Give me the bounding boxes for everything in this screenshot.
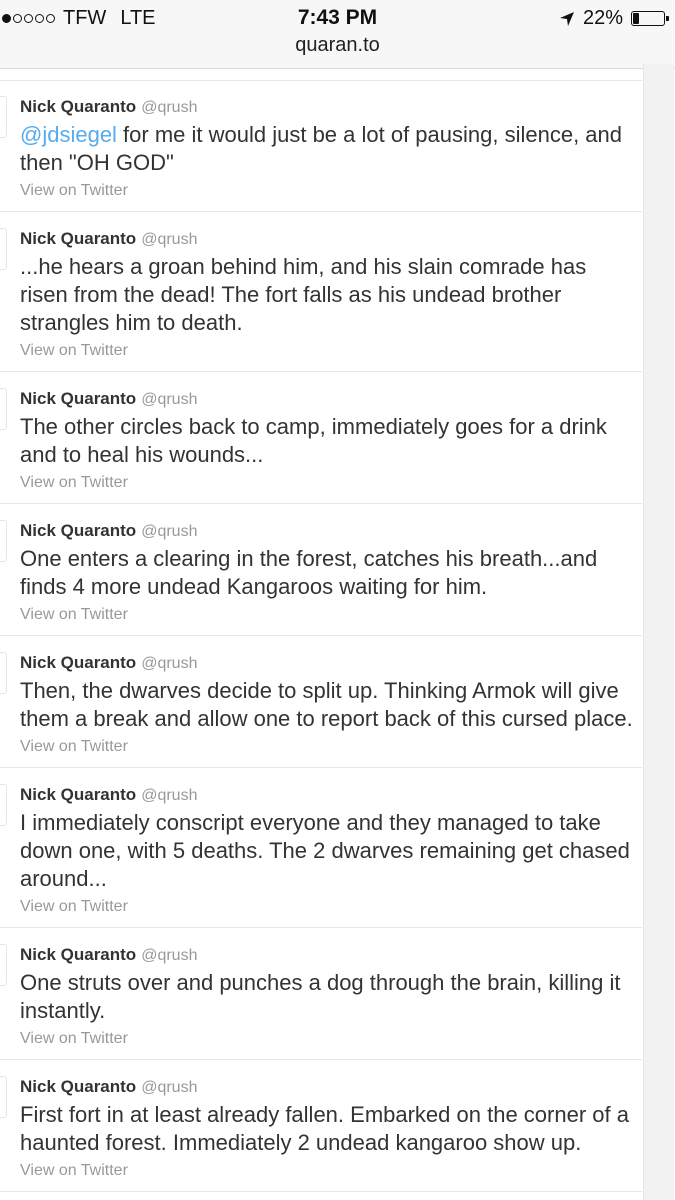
tweet-text: @jdsiegel for me it would just be a lot …	[20, 121, 640, 177]
tweet-header: Nick Quaranto @qrush	[20, 520, 642, 543]
tweet-header: Nick Quaranto @qrush	[20, 96, 642, 119]
avatar[interactable]	[0, 388, 7, 430]
author-name[interactable]: Nick Quaranto	[20, 229, 136, 248]
view-on-twitter-link[interactable]: View on Twitter	[20, 896, 642, 918]
tweet-feed: Nick Quaranto @qrush @jdsiegel for me it w…	[0, 80, 642, 1192]
tweet-header: Nick Quaranto @qrush	[20, 1076, 642, 1099]
tweet-text: Then, the dwarves decide to split up. Th…	[20, 677, 640, 733]
tweet-text: First fort in at least already fallen. E…	[20, 1101, 640, 1157]
avatar[interactable]	[0, 1076, 7, 1118]
author-name[interactable]: Nick Quaranto	[20, 389, 136, 408]
battery-percent: 22%	[582, 7, 623, 29]
author-handle[interactable]: @qrush	[141, 231, 197, 248]
tweet-item: Nick Quaranto @qrush ...he hears a groan b…	[0, 212, 642, 372]
author-name[interactable]: Nick Quaranto	[20, 785, 136, 804]
author-handle[interactable]: @qrush	[141, 1079, 197, 1096]
author-handle[interactable]: @qrush	[141, 947, 197, 964]
tweet-header: Nick Quaranto @qrush	[20, 652, 642, 675]
view-on-twitter-link[interactable]: View on Twitter	[20, 1160, 642, 1182]
tweet-body: I immediately conscript everyone and the…	[20, 810, 630, 891]
tweet-text: The other circles back to camp, immediat…	[20, 413, 640, 469]
author-name[interactable]: Nick Quaranto	[20, 1077, 136, 1096]
battery-cap	[666, 16, 669, 21]
avatar[interactable]	[0, 228, 7, 270]
author-name[interactable]: Nick Quaranto	[20, 97, 136, 116]
tweet-item: Nick Quaranto @qrush I immediately conscri…	[0, 768, 642, 928]
view-on-twitter-link[interactable]: View on Twitter	[20, 180, 642, 202]
tweet-item: Nick Quaranto @qrush @jdsiegel for me it w…	[0, 80, 642, 212]
avatar[interactable]	[0, 944, 7, 986]
location-arrow-icon	[559, 11, 574, 26]
author-handle[interactable]: @qrush	[141, 523, 197, 540]
avatar[interactable]	[0, 96, 7, 138]
page-scrollbar[interactable]	[643, 64, 674, 1200]
mention-link[interactable]: @jdsiegel	[20, 122, 117, 147]
view-on-twitter-link[interactable]: View on Twitter	[20, 1028, 642, 1050]
view-on-twitter-link[interactable]: View on Twitter	[20, 340, 642, 362]
avatar[interactable]	[0, 520, 7, 562]
tweet-item: Nick Quaranto @qrush Then, the dwarves dec…	[0, 636, 642, 768]
battery-icon	[631, 11, 669, 26]
author-handle[interactable]: @qrush	[141, 655, 197, 672]
author-handle[interactable]: @qrush	[141, 787, 197, 804]
tweet-header: Nick Quaranto @qrush	[20, 944, 642, 967]
author-name[interactable]: Nick Quaranto	[20, 945, 136, 964]
tweet-body: Then, the dwarves decide to split up. Th…	[20, 678, 633, 731]
tweet-header: Nick Quaranto @qrush	[20, 784, 642, 807]
tweet-item: Nick Quaranto @qrush The other circles bac…	[0, 372, 642, 504]
tweet-body: One struts over and punches a dog throug…	[20, 970, 621, 1023]
tweet-body: First fort in at least already fallen. E…	[20, 1102, 629, 1155]
tweet-item: Nick Quaranto @qrush One enters a clearing…	[0, 504, 642, 636]
status-bar: TFW LTE 7:43 PM quaran.to 22%	[0, 0, 675, 69]
tweet-header: Nick Quaranto @qrush	[20, 388, 642, 411]
tweet-text: I immediately conscript everyone and the…	[20, 809, 640, 893]
author-handle[interactable]: @qrush	[141, 391, 197, 408]
address-bar-url[interactable]: quaran.to	[0, 34, 675, 57]
avatar[interactable]	[0, 784, 7, 826]
view-on-twitter-link[interactable]: View on Twitter	[20, 472, 642, 494]
status-right: 22%	[559, 7, 669, 30]
tweet-text: ...he hears a groan behind him, and his …	[20, 253, 640, 337]
avatar[interactable]	[0, 652, 7, 694]
battery-level	[633, 13, 639, 24]
tweet-body: ...he hears a groan behind him, and his …	[20, 254, 587, 335]
tweet-text: One struts over and punches a dog throug…	[20, 969, 640, 1025]
author-name[interactable]: Nick Quaranto	[20, 521, 136, 540]
author-name[interactable]: Nick Quaranto	[20, 653, 136, 672]
tweet-text: One enters a clearing in the forest, cat…	[20, 545, 640, 601]
view-on-twitter-link[interactable]: View on Twitter	[20, 736, 642, 758]
view-on-twitter-link[interactable]: View on Twitter	[20, 604, 642, 626]
tweet-body: The other circles back to camp, immediat…	[20, 414, 607, 467]
author-handle[interactable]: @qrush	[141, 99, 197, 116]
tweet-item: Nick Quaranto @qrush First fort in at leas…	[0, 1060, 642, 1192]
tweet-item: Nick Quaranto @qrush One struts over and p…	[0, 928, 642, 1060]
tweet-body: One enters a clearing in the forest, cat…	[20, 546, 598, 599]
tweet-header: Nick Quaranto @qrush	[20, 228, 642, 251]
